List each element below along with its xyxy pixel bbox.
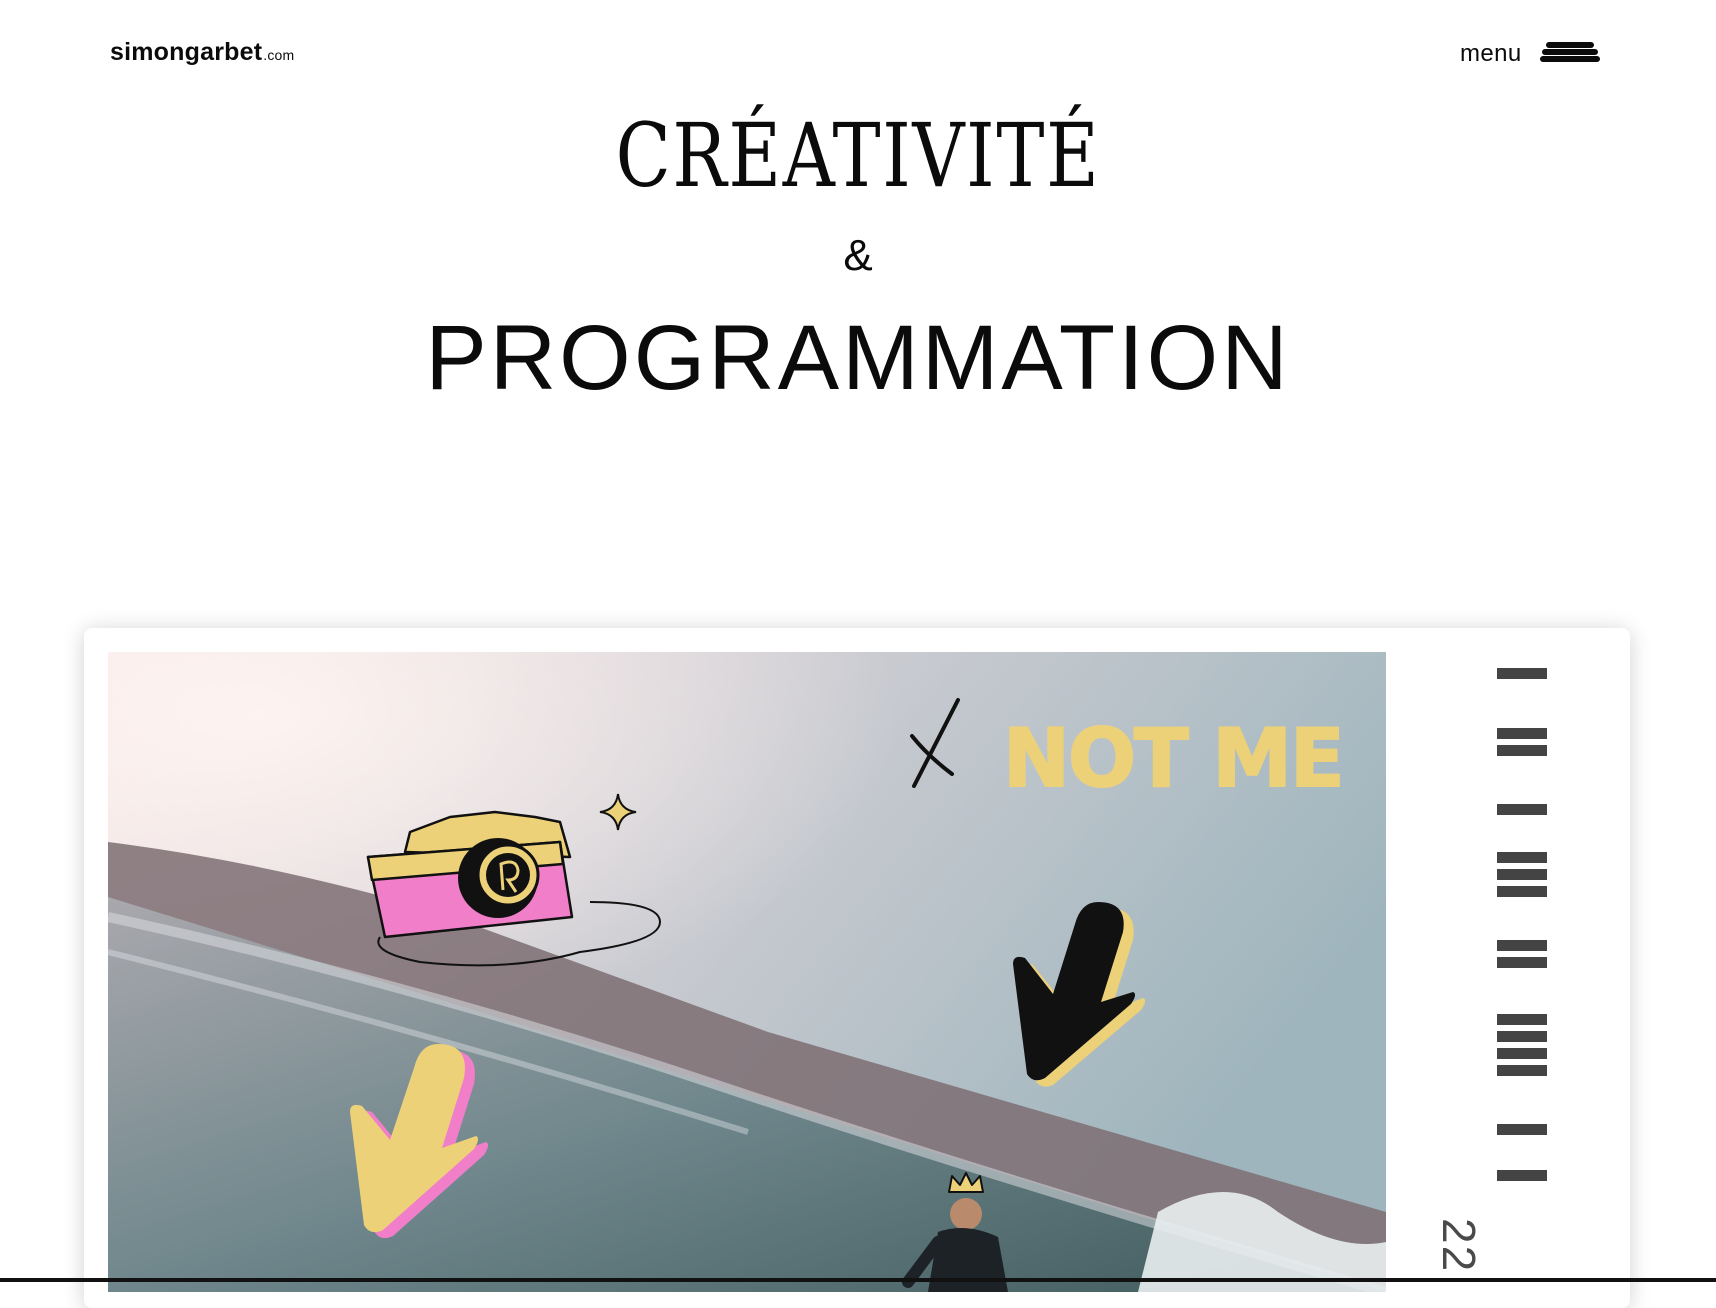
year-scroll-nav[interactable] bbox=[1497, 668, 1557, 1308]
arrow-down-left-icon bbox=[1013, 900, 1153, 1090]
hero-title: CRÉATIVITÉ bbox=[615, 104, 1101, 207]
sparkle-icon bbox=[598, 792, 638, 832]
surf-video[interactable]: NOT ME bbox=[108, 652, 1386, 1292]
tick-mark bbox=[1497, 1170, 1547, 1187]
page-bottom-edge bbox=[0, 1278, 1716, 1282]
not-me-sticker: NOT ME bbox=[1002, 711, 1346, 806]
site-header: simongarbet.com menu bbox=[0, 0, 1716, 110]
cross-icon bbox=[908, 696, 964, 792]
tick-mark bbox=[1497, 1014, 1547, 1082]
hero-ampersand: & bbox=[843, 231, 873, 280]
year-label: 22 bbox=[1433, 1218, 1485, 1274]
hero: CRÉATIVITÉ & PROGRAMMATION bbox=[0, 100, 1716, 409]
logo-tld: .com bbox=[263, 47, 295, 63]
hero-subtitle: PROGRAMMATION bbox=[425, 307, 1291, 409]
arrow-down-left-icon bbox=[348, 1042, 498, 1242]
tick-mark bbox=[1497, 668, 1547, 685]
tick-mark bbox=[1497, 728, 1547, 762]
tick-mark bbox=[1497, 852, 1547, 903]
showcase-card: NOT ME 22 bbox=[84, 628, 1630, 1308]
tick-mark bbox=[1497, 1124, 1547, 1141]
hamburger-icon bbox=[1539, 42, 1600, 66]
site-logo[interactable]: simongarbet.com bbox=[110, 38, 294, 67]
menu-label: menu bbox=[1460, 40, 1522, 67]
crown-icon bbox=[946, 1170, 986, 1196]
logo-main: simongarbet bbox=[110, 38, 263, 66]
menu-button[interactable]: menu bbox=[1460, 36, 1600, 72]
tick-mark bbox=[1497, 940, 1547, 974]
tick-mark bbox=[1497, 804, 1547, 821]
